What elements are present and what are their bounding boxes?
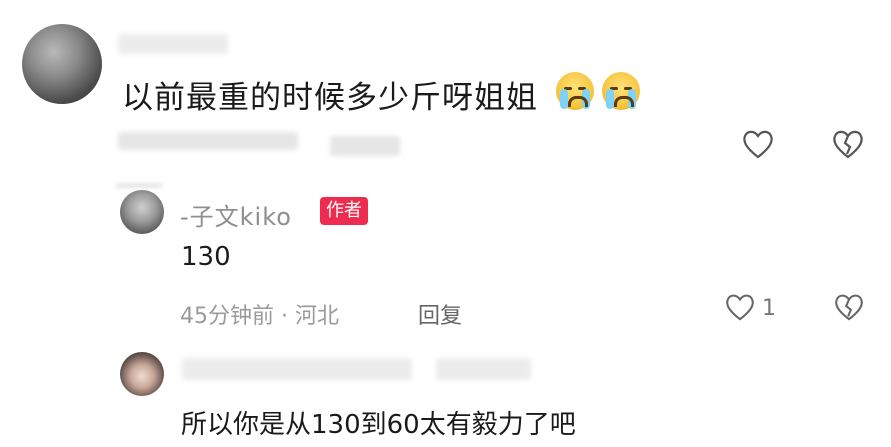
heart-icon[interactable] — [724, 292, 756, 322]
dislike-icon[interactable] — [831, 128, 865, 160]
comment2-text: 所以你是从130到60太有毅力了吧 — [181, 410, 576, 440]
author-avatar[interactable] — [120, 190, 164, 234]
crying-face-icon — [602, 72, 640, 110]
redacted-username — [182, 358, 412, 380]
author-name[interactable]: -子文kiko — [180, 197, 292, 232]
reply-divider-line — [116, 184, 162, 187]
redacted-username — [436, 358, 531, 380]
commenter-avatar[interactable] — [22, 24, 102, 104]
author-badge: 作者 — [320, 197, 368, 225]
comment-text: 以前最重的时候多少斤呀姐姐 — [122, 80, 538, 116]
reply-button[interactable]: 回复 — [418, 298, 462, 330]
redacted-username — [118, 34, 228, 54]
reply-text: 130 — [181, 242, 231, 272]
reply-meta: 45分钟前 · 河北 — [180, 304, 339, 329]
redacted-reply-link — [330, 136, 400, 156]
crying-face-icon — [556, 72, 594, 110]
redacted-meta — [118, 132, 298, 150]
like-count: 1 — [762, 296, 776, 321]
commenter2-avatar[interactable] — [120, 352, 164, 396]
heart-icon[interactable] — [741, 128, 775, 160]
dislike-icon[interactable] — [833, 292, 865, 322]
